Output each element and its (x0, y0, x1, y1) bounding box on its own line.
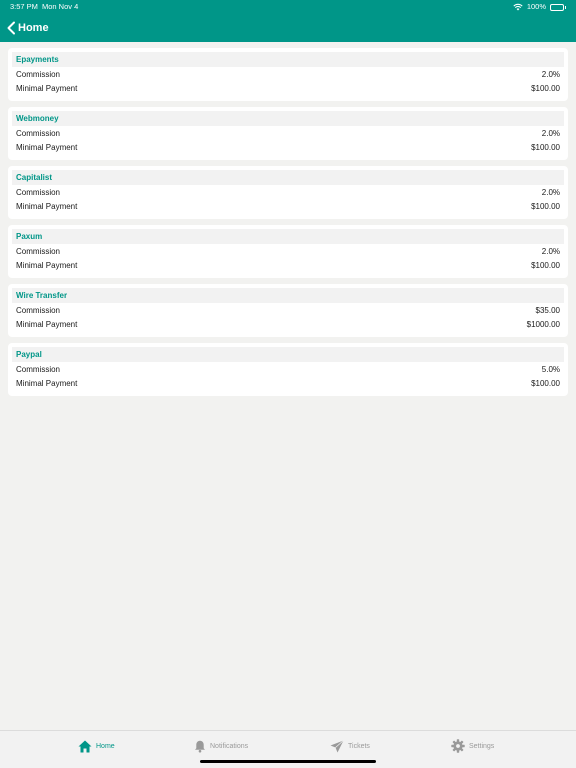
home-indicator[interactable] (200, 760, 376, 763)
row-label: Minimal Payment (16, 201, 78, 211)
back-label: Home (18, 22, 49, 34)
payment-methods-list: Epayments Commission 2.0% Minimal Paymen… (8, 48, 568, 402)
minimal-payment-row: Minimal Payment $100.00 (12, 376, 564, 390)
status-bar: 3:57 PM Mon Nov 4 100% (0, 0, 576, 14)
row-value: $100.00 (531, 142, 560, 152)
row-value: $1000.00 (526, 319, 560, 329)
row-label: Minimal Payment (16, 260, 78, 270)
tab-label: Home (96, 742, 115, 750)
row-label: Minimal Payment (16, 142, 78, 152)
payment-method-name: Webmoney (12, 111, 564, 126)
row-value: 5.0% (541, 364, 560, 374)
gear-icon (451, 739, 465, 753)
back-button[interactable]: Home (6, 19, 49, 37)
tab-tickets[interactable]: Tickets (330, 738, 370, 754)
minimal-payment-row: Minimal Payment $100.00 (12, 81, 564, 95)
row-label: Commission (16, 364, 61, 374)
commission-row: Commission 2.0% (12, 185, 564, 199)
commission-row: Commission 2.0% (12, 244, 564, 258)
wifi-icon (513, 3, 523, 11)
battery-icon (550, 3, 566, 11)
commission-row: Commission 5.0% (12, 362, 564, 376)
row-value: $100.00 (531, 260, 560, 270)
commission-row: Commission 2.0% (12, 126, 564, 140)
payment-method-card: Capitalist Commission 2.0% Minimal Payme… (8, 166, 568, 219)
paper-plane-icon (330, 739, 344, 752)
minimal-payment-row: Minimal Payment $100.00 (12, 199, 564, 213)
row-value: 2.0% (541, 187, 560, 197)
payment-method-card: Webmoney Commission 2.0% Minimal Payment… (8, 107, 568, 160)
status-time: 3:57 PM (10, 2, 38, 11)
row-value: $100.00 (531, 83, 560, 93)
row-label: Commission (16, 246, 61, 256)
row-label: Minimal Payment (16, 319, 78, 329)
payment-method-name: Paypal (12, 347, 564, 362)
tab-label: Settings (469, 742, 495, 750)
row-label: Minimal Payment (16, 378, 78, 388)
row-value: 2.0% (541, 128, 560, 138)
minimal-payment-row: Minimal Payment $1000.00 (12, 317, 564, 331)
tab-settings[interactable]: Settings (451, 738, 494, 754)
payment-method-name: Capitalist (12, 170, 564, 185)
status-date: Mon Nov 4 (42, 2, 79, 11)
row-value: $100.00 (531, 201, 560, 211)
row-label: Minimal Payment (16, 83, 78, 93)
commission-row: Commission $35.00 (12, 303, 564, 317)
payment-method-name: Wire Transfer (12, 288, 564, 303)
tab-label: Notifications (210, 742, 249, 750)
minimal-payment-row: Minimal Payment $100.00 (12, 140, 564, 154)
commission-row: Commission 2.0% (12, 67, 564, 81)
row-value: $100.00 (531, 378, 560, 388)
payment-method-name: Epayments (12, 52, 564, 67)
row-value: 2.0% (541, 246, 560, 256)
battery-percent: 100% (526, 2, 546, 11)
row-label: Commission (16, 128, 61, 138)
tab-label: Tickets (348, 742, 370, 750)
bell-icon (195, 740, 205, 752)
app-header: 3:57 PM Mon Nov 4 100% Home (0, 0, 576, 42)
payment-method-card: Epayments Commission 2.0% Minimal Paymen… (8, 48, 568, 101)
status-indicators: 100% (513, 0, 566, 14)
payment-method-card: Paxum Commission 2.0% Minimal Payment $1… (8, 225, 568, 278)
tab-notifications[interactable]: Notifications (194, 738, 248, 754)
row-label: Commission (16, 305, 61, 315)
minimal-payment-row: Minimal Payment $100.00 (12, 258, 564, 272)
payment-method-name: Paxum (12, 229, 564, 244)
row-label: Commission (16, 69, 61, 79)
row-label: Commission (16, 187, 61, 197)
payment-method-card: Wire Transfer Commission $35.00 Minimal … (8, 284, 568, 337)
home-icon (78, 740, 92, 752)
tab-home[interactable]: Home (78, 738, 115, 754)
payment-method-card: Paypal Commission 5.0% Minimal Payment $… (8, 343, 568, 396)
row-value: 2.0% (541, 69, 560, 79)
chevron-left-icon (7, 21, 15, 35)
row-value: $35.00 (535, 305, 560, 315)
